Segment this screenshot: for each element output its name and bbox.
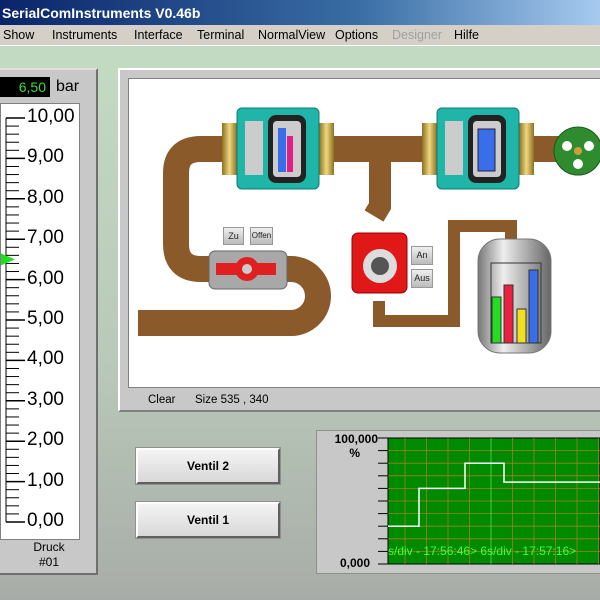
menu-normalview[interactable]: NormalView [258,25,325,45]
gauge-label: 7,00 [27,227,64,249]
flow-meter-2 [422,107,534,190]
gauge-label: 0,00 [27,510,64,531]
flow-meter-1 [222,107,334,190]
clear-button[interactable]: Clear [148,394,175,406]
menu-bar: Show Instruments Interface Terminal Norm… [0,25,600,46]
gauge-label: 2,00 [27,429,64,451]
gauge-id: #01 [38,555,60,569]
chart-ylabel: % [349,446,360,460]
pump-off-button[interactable]: Aus [411,269,433,288]
menu-hilfe[interactable]: Hilfe [454,25,479,45]
hand-wheel-valve[interactable] [553,126,600,176]
gauge-digital-display: 6,50 [0,77,50,97]
menu-designer: Designer [392,28,443,42]
tank [477,238,552,354]
gauge-name: Druck [33,540,65,554]
ventil-2-button[interactable]: Ventil 2 [135,447,281,485]
gauge-unit: bar [56,78,80,95]
process-diagram [138,107,600,354]
gauge-caption: Druck #01 [0,540,98,570]
menu-interface[interactable]: Interface [134,25,183,45]
canvas-size-label: Size 535 , 340 [195,394,269,406]
gauge-label: 8,00 [27,186,64,208]
gauge-label: 10,00 [27,106,75,127]
title-bar: SerialComInstruments V0.46b [0,0,600,25]
valve-open-button[interactable]: Offen [250,227,273,245]
ventil-1-button[interactable]: Ventil 1 [135,501,281,539]
gauge-label: 9,00 [27,146,64,168]
process-canvas [128,78,600,388]
window-title: SerialComInstruments V0.46b [2,5,201,21]
gauge-scale: 10,00 9,00 8,00 7,00 6,00 5,00 4,00 3,00 2,00 1,0… [0,103,80,540]
menu-show[interactable]: Show [3,25,34,45]
gauge-label: 5,00 [27,308,64,329]
menu-instruments[interactable]: Instruments [52,25,117,45]
gauge-label: 1,00 [27,469,64,491]
chart-ymin-label: 0,000 [339,556,370,570]
ball-valve[interactable] [208,250,288,290]
chart-ymax-label: 100,000 [334,432,378,446]
gauge-ticks [1,117,25,523]
menu-options[interactable]: Options [335,25,378,45]
pump [351,232,408,294]
menu-terminal[interactable]: Terminal [197,25,244,45]
gauge-label: 3,00 [27,388,64,410]
gauge-label: 4,00 [27,348,64,370]
gauge-label: 6,00 [27,267,64,289]
chart-time-caption: s/div - 17:56:46> 6s/div - 17:57:16> [388,544,577,558]
valve-close-button[interactable]: Zu [223,227,244,245]
pump-on-button[interactable]: An [411,246,433,265]
